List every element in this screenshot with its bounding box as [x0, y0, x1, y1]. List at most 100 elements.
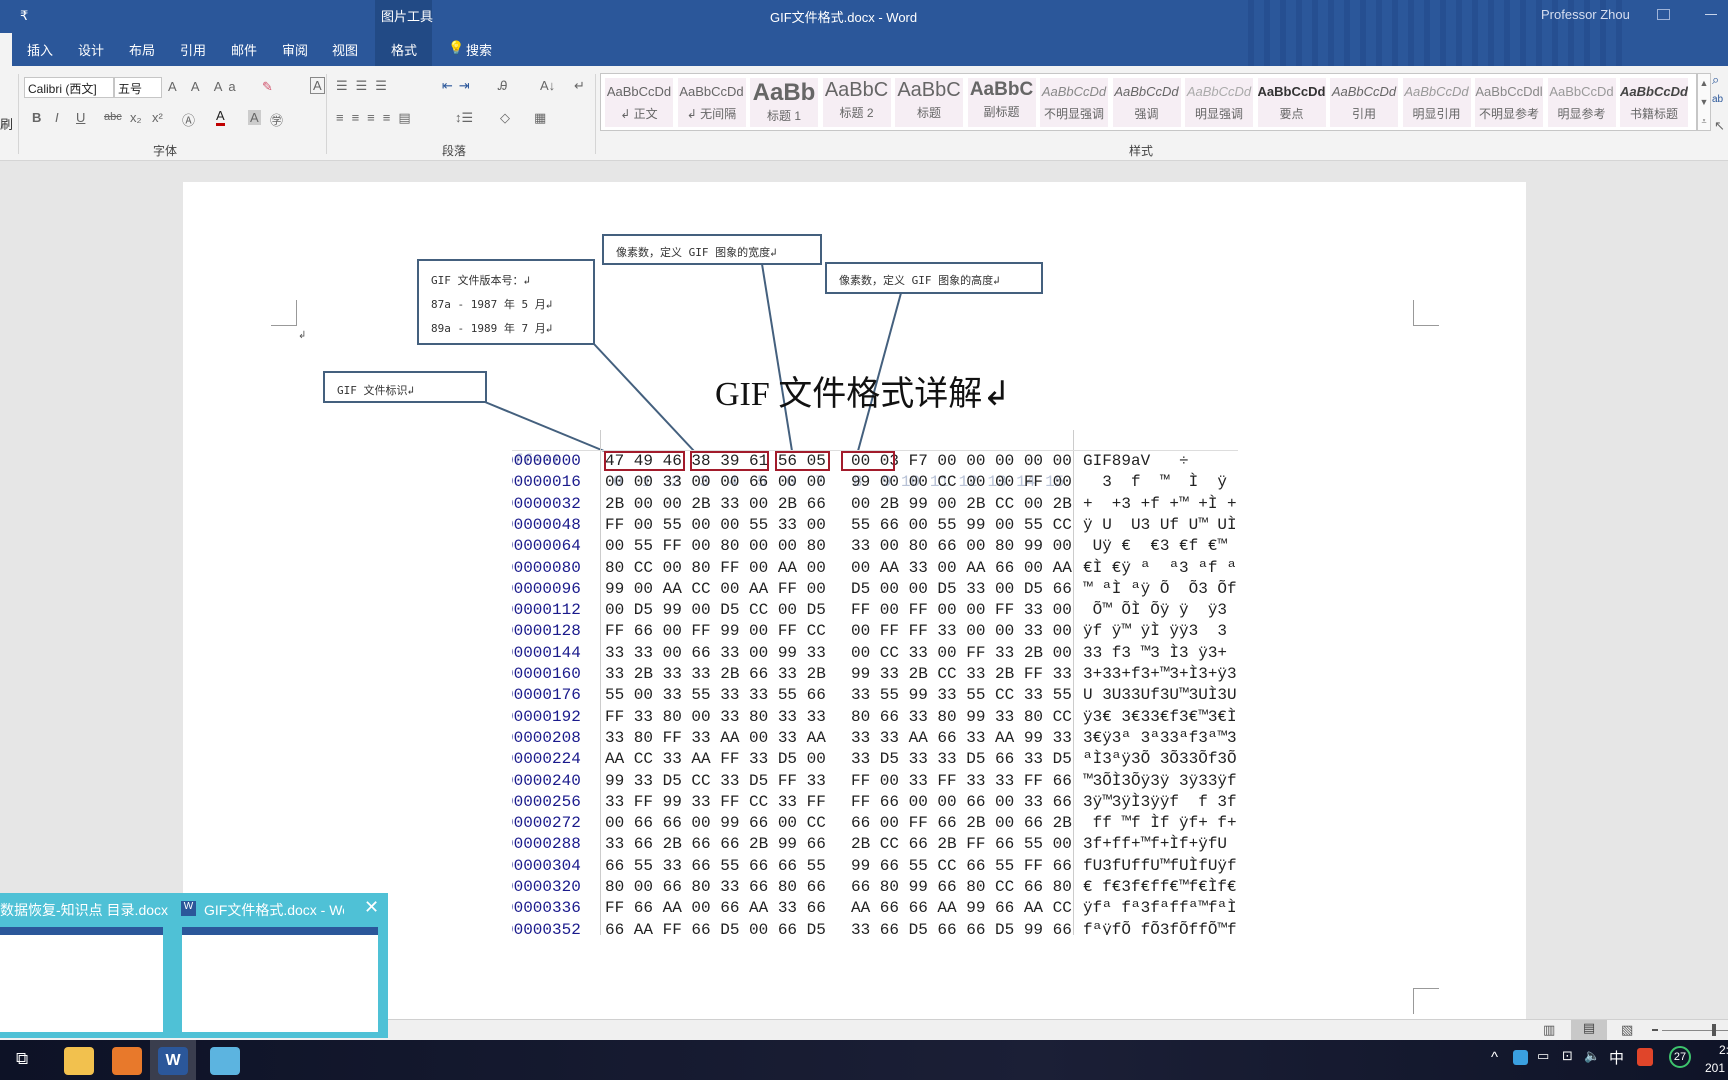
row-ascii: U 3U33Uf3U™3UÌ3U [1083, 686, 1237, 705]
row-bytes-high: 66 00 FF 66 2B 00 66 2B [851, 814, 1072, 833]
divider [1073, 430, 1074, 935]
row-bytes-low: FF 33 80 00 33 80 33 33 [605, 707, 826, 726]
highlight-width [775, 451, 830, 471]
row-bytes-low: FF 66 AA 00 66 AA 33 66 [605, 899, 826, 918]
highlight-height [841, 451, 895, 471]
row-offset: 00000016 [512, 473, 581, 492]
row-bytes-high: 00 FF FF 33 00 00 33 00 [851, 622, 1072, 641]
row-offset: 00000048 [512, 515, 581, 534]
row-bytes-low: 33 80 FF 33 AA 00 33 AA [605, 728, 826, 747]
callout-height[interactable]: 像素数，定义 GIF 图象的高度↲ [825, 262, 1043, 294]
row-bytes-low: 99 33 D5 CC 33 D5 FF 33 [605, 771, 826, 790]
row-ascii: 33 f3 ™3 Ì3 ÿ3+ [1083, 643, 1228, 662]
row-ascii: + +3 +f +™ +Ì + [1083, 494, 1237, 513]
row-bytes-low: FF 66 00 FF 99 00 FF CC [605, 622, 826, 641]
row-ascii: 3+33+f3+™3+Ì3+ÿ3 [1083, 665, 1237, 683]
row-offset: 00000304 [512, 856, 581, 875]
row-bytes-low: 33 33 00 66 33 00 99 33 [605, 643, 826, 662]
ime-indicator[interactable]: 中 [1609, 1047, 1624, 1068]
row-bytes-low: 66 AA FF 66 D5 00 66 D5 [605, 920, 826, 935]
row-ascii: fU3fUffU™fUÌfUÿf [1083, 856, 1237, 875]
app-tray-icon[interactable] [1513, 1050, 1528, 1065]
row-bytes-low: 66 55 33 66 55 66 66 55 [605, 856, 826, 875]
row-bytes-high: 80 66 33 80 99 33 80 CC [851, 707, 1072, 726]
uc-browser-icon[interactable] [112, 1047, 142, 1075]
row-bytes-high: 33 66 D5 66 66 D5 99 66 [851, 920, 1072, 935]
row-ascii: Õ™ ÕÌ Õÿ ÿ ÿ3 [1083, 601, 1228, 620]
row-ascii: 3f+ff+™f+Ìf+ÿfU [1083, 835, 1228, 854]
network-icon[interactable]: ⊡ [1562, 1048, 1573, 1064]
row-offset: 00000032 [512, 494, 581, 513]
row-offset: 00000352 [512, 920, 581, 935]
sogou-icon[interactable] [1637, 1048, 1653, 1066]
divider [600, 430, 601, 935]
zoom-out-icon[interactable] [1652, 1029, 1658, 1031]
row-bytes-low: 99 00 AA CC 00 AA FF 00 [605, 579, 826, 598]
callout-version[interactable]: GIF 文件版本号：↲ 87a - 1987 年 5 月↲ 89a - 1989… [417, 259, 595, 345]
row-bytes-low: 00 D5 99 00 D5 CC 00 D5 [605, 601, 826, 620]
row-offset: 00000288 [512, 835, 581, 854]
row-bytes-low: 00 00 33 00 00 66 00 00 [605, 473, 826, 492]
zoom-slider-thumb[interactable] [1712, 1024, 1716, 1036]
row-bytes-high: AA 66 66 AA 99 66 AA CC [851, 899, 1072, 918]
web-layout-icon[interactable]: ▧ [1621, 1022, 1633, 1038]
window-thumbnail[interactable] [182, 927, 378, 1032]
window-thumbnail[interactable] [0, 927, 163, 1032]
row-bytes-high: 99 66 55 CC 66 55 FF 66 [851, 856, 1072, 875]
row-ascii: ff ™f Ìf ÿf+ f+ [1083, 814, 1237, 833]
row-offset: 00000128 [512, 622, 581, 641]
close-icon[interactable]: ✕ [364, 897, 379, 918]
row-ascii: 3ÿ™3ÿÌ3ÿÿf f 3f [1083, 792, 1237, 811]
callout-width[interactable]: 像素数，定义 GIF 图象的宽度↲ [602, 234, 822, 265]
row-offset: 00000240 [512, 771, 581, 790]
row-bytes-low: 2B 00 00 2B 33 00 2B 66 [605, 494, 826, 513]
row-bytes-low: FF 00 55 00 00 55 33 00 [605, 515, 826, 534]
callout-signature[interactable]: GIF 文件标识↲ [323, 371, 487, 403]
row-bytes-high: 00 2B 99 00 2B CC 00 2B [851, 494, 1072, 513]
row-bytes-low: 00 66 66 00 99 66 00 CC [605, 814, 826, 833]
connector-width [761, 263, 793, 452]
volume-icon[interactable]: 🔈 [1584, 1048, 1600, 1064]
row-bytes-low: 80 00 66 80 33 66 80 66 [605, 878, 826, 896]
taskbar: ⧉ W ^ ▭ ⊡ 🔈 中 27 2: 201 [0, 1040, 1728, 1080]
row-bytes-high: 33 00 80 66 00 80 99 00 [851, 537, 1072, 556]
badge-27[interactable]: 27 [1669, 1046, 1691, 1068]
row-offset: 00000144 [512, 643, 581, 662]
row-bytes-high: 99 33 2B CC 33 2B FF 33 [851, 665, 1072, 683]
word-icon[interactable]: W [158, 1047, 188, 1075]
zoom-slider[interactable] [1662, 1030, 1728, 1031]
app-icon[interactable] [210, 1047, 240, 1075]
file-explorer-icon[interactable] [64, 1047, 94, 1075]
row-bytes-low: 33 2B 33 33 2B 66 33 2B [605, 665, 826, 683]
row-offset: 00000000 [512, 452, 581, 470]
row-bytes-high: 00 CC 33 00 FF 33 2B 00 [851, 643, 1072, 662]
clock-time[interactable]: 2: [1719, 1043, 1728, 1057]
row-offset: 00000096 [512, 579, 581, 598]
highlight-version [690, 451, 769, 471]
row-bytes-high: 99 00 00 CC 00 00 FF 00 [851, 473, 1072, 492]
row-offset: 00000112 [512, 601, 581, 620]
power-icon[interactable]: ▭ [1537, 1048, 1549, 1064]
clock-date[interactable]: 201 [1705, 1061, 1725, 1075]
highlight-signature [604, 451, 685, 471]
read-mode-icon[interactable]: ▥ [1543, 1022, 1555, 1038]
taskbar-preview: 数据恢复-知识点 目录.docx - ... W GIF文件格式.docx - … [0, 893, 388, 1038]
show-hidden-icons[interactable]: ^ [1491, 1049, 1498, 1066]
word-icon: W [181, 901, 196, 916]
preview-title[interactable]: GIF文件格式.docx - Wo [204, 900, 344, 920]
row-bytes-high: 00 AA 33 00 AA 66 00 AA [851, 558, 1072, 577]
row-bytes-high: 2B CC 66 2B FF 66 55 00 [851, 835, 1072, 854]
print-layout-icon[interactable]: ▤ [1571, 1020, 1607, 1040]
hex-header: Offset 0 1 2 3 4 5 6 7 8 9 10 11 12 13 1… [512, 430, 1064, 491]
row-ascii: ªÌ3ªÿ3Õ 3Õ33Õf3Õ [1083, 750, 1237, 769]
task-view-icon[interactable]: ⧉ [16, 1049, 28, 1069]
row-ascii: GIF89aV ÷ [1083, 452, 1189, 470]
row-ascii: ™ ªÌ ªÿ Õ Õ3 Õf [1083, 579, 1237, 598]
row-ascii: 3€ÿ3ª 3ª33ªf3ª™3 [1083, 728, 1237, 747]
row-offset: 00000272 [512, 814, 581, 833]
preview-title[interactable]: 数据恢复-知识点 目录.docx - ... [0, 900, 168, 920]
row-offset: 00000064 [512, 537, 581, 556]
hex-dump-image[interactable]: Offset 0 1 2 3 4 5 6 7 8 9 10 11 12 13 1… [512, 430, 1238, 935]
row-bytes-high: 33 33 AA 66 33 AA 99 33 [851, 728, 1072, 747]
row-offset: 00000160 [512, 665, 581, 683]
